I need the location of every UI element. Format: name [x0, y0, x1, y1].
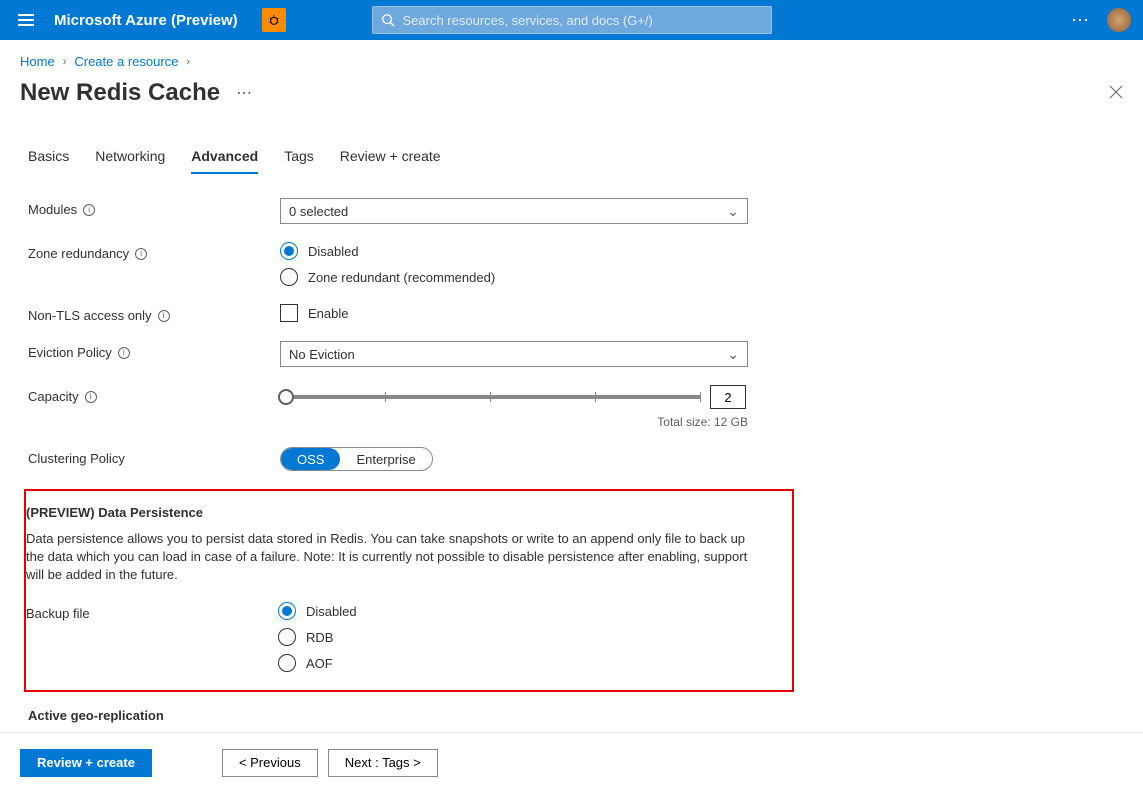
radio-icon — [278, 654, 296, 672]
chevron-down-icon: ⌄ — [727, 203, 739, 220]
content-region: Basics Networking Advanced Tags Review +… — [0, 120, 1143, 792]
topbar-right: ⋯ — [1071, 8, 1131, 32]
info-icon[interactable]: i — [158, 310, 170, 322]
brand-title: Microsoft Azure (Preview) — [54, 12, 238, 29]
next-button[interactable]: Next : Tags > — [328, 749, 438, 777]
search-box[interactable] — [372, 6, 772, 34]
backup-option-label: AOF — [306, 656, 333, 671]
eviction-label: Eviction Policy — [28, 345, 112, 360]
row-eviction: Eviction Policy i No Eviction ⌄ — [28, 341, 1123, 367]
breadcrumb: Home › Create a resource › — [0, 40, 1143, 75]
zone-option-label: Zone redundant (recommended) — [308, 270, 495, 285]
title-more-icon[interactable]: ⋯ — [236, 83, 253, 103]
modules-value: 0 selected — [289, 204, 348, 219]
slider-thumb[interactable] — [278, 389, 294, 405]
more-icon[interactable]: ⋯ — [1071, 10, 1091, 31]
review-create-button[interactable]: Review + create — [20, 749, 152, 777]
page-header: New Redis Cache ⋯ — [0, 75, 1143, 123]
persistence-heading: (PREVIEW) Data Persistence — [26, 505, 778, 520]
scroll-area[interactable]: Basics Networking Advanced Tags Review +… — [0, 120, 1143, 732]
radio-icon — [280, 242, 298, 260]
breadcrumb-home[interactable]: Home — [20, 54, 55, 69]
chevron-down-icon: ⌄ — [727, 346, 739, 363]
info-icon[interactable]: i — [85, 391, 97, 403]
avatar[interactable] — [1107, 8, 1131, 32]
radio-icon — [278, 602, 296, 620]
top-bar: Microsoft Azure (Preview) ⋯ — [0, 0, 1143, 40]
persistence-section: (PREVIEW) Data Persistence Data persiste… — [24, 489, 794, 692]
backup-option-rdb[interactable]: RDB — [278, 628, 746, 646]
backup-option-disabled[interactable]: Disabled — [278, 602, 746, 620]
breadcrumb-create-resource[interactable]: Create a resource — [74, 54, 178, 69]
row-zone-redundancy: Zone redundancy i Disabled Zone redundan… — [28, 242, 1123, 286]
tab-advanced[interactable]: Advanced — [191, 148, 258, 174]
backup-option-label: RDB — [306, 630, 333, 645]
bug-icon[interactable] — [262, 8, 286, 32]
eviction-value: No Eviction — [289, 347, 355, 362]
clustering-toggle: OSS Enterprise — [280, 447, 433, 471]
tab-networking[interactable]: Networking — [95, 148, 165, 174]
backup-option-label: Disabled — [306, 604, 357, 619]
capacity-input[interactable] — [710, 385, 746, 409]
zone-label: Zone redundancy — [28, 246, 129, 261]
previous-button[interactable]: < Previous — [222, 749, 318, 777]
search-icon — [381, 13, 395, 27]
capacity-note: Total size: 12 GB — [280, 415, 748, 429]
radio-icon — [280, 268, 298, 286]
bottom-bar: Review + create < Previous Next : Tags > — [0, 732, 1143, 792]
tabs: Basics Networking Advanced Tags Review +… — [28, 148, 1123, 174]
tab-basics[interactable]: Basics — [28, 148, 69, 174]
backup-label: Backup file — [26, 606, 90, 621]
radio-icon — [278, 628, 296, 646]
row-modules: Modules i 0 selected ⌄ — [28, 198, 1123, 224]
chevron-right-icon: › — [63, 56, 67, 68]
search-container — [372, 6, 772, 34]
info-icon[interactable]: i — [135, 248, 147, 260]
backup-option-aof[interactable]: AOF — [278, 654, 746, 672]
clustering-option-oss[interactable]: OSS — [281, 448, 340, 470]
non-tls-checkbox-label: Enable — [308, 306, 348, 321]
eviction-select[interactable]: No Eviction ⌄ — [280, 341, 748, 367]
modules-select[interactable]: 0 selected ⌄ — [280, 198, 748, 224]
chevron-right-icon: › — [186, 56, 190, 68]
row-non-tls: Non-TLS access only i Enable — [28, 304, 1123, 323]
close-button[interactable] — [1109, 83, 1123, 104]
zone-option-redundant[interactable]: Zone redundant (recommended) — [280, 268, 748, 286]
modules-label: Modules — [28, 202, 77, 217]
zone-option-label: Disabled — [308, 244, 359, 259]
row-clustering: Clustering Policy OSS Enterprise — [28, 447, 1123, 471]
persistence-description: Data persistence allows you to persist d… — [26, 530, 766, 584]
info-icon[interactable]: i — [83, 204, 95, 216]
geo-heading: Active geo-replication — [28, 708, 1123, 723]
info-icon[interactable]: i — [118, 347, 130, 359]
tab-review[interactable]: Review + create — [340, 148, 441, 174]
tab-tags[interactable]: Tags — [284, 148, 314, 174]
page-title: New Redis Cache — [20, 79, 220, 107]
zone-option-disabled[interactable]: Disabled — [280, 242, 748, 260]
capacity-label: Capacity — [28, 389, 79, 404]
clustering-label: Clustering Policy — [28, 451, 125, 466]
hamburger-menu-icon[interactable] — [12, 8, 40, 32]
clustering-option-enterprise[interactable]: Enterprise — [340, 448, 431, 470]
row-capacity: Capacity i Total size: 12 GB — [28, 385, 1123, 429]
search-input[interactable] — [403, 13, 763, 28]
capacity-slider[interactable] — [280, 395, 700, 399]
row-backup-file: Backup file Disabled RDB — [26, 602, 778, 672]
non-tls-label: Non-TLS access only — [28, 308, 152, 323]
non-tls-checkbox[interactable] — [280, 304, 298, 322]
